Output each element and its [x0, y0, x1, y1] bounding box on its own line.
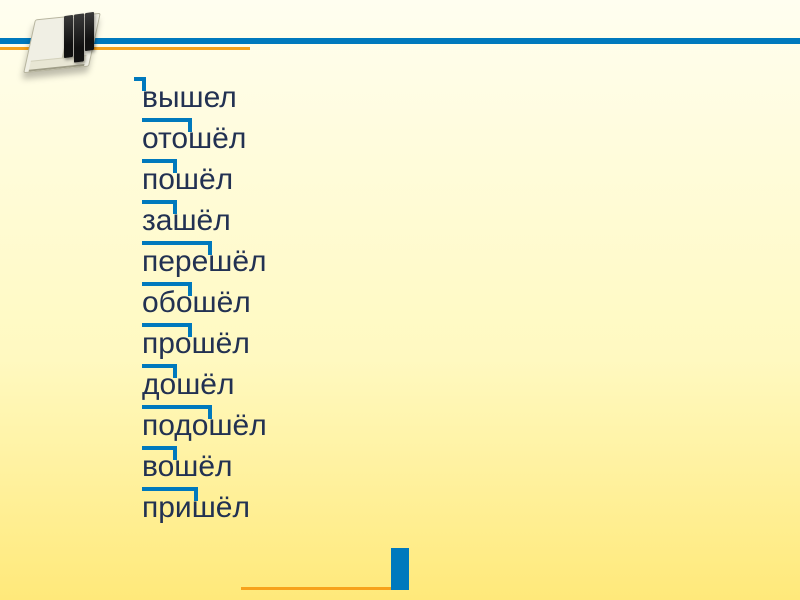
- bottom-bar: [391, 548, 409, 590]
- prefix-mark-icon: [142, 446, 177, 460]
- slide-root: вышел отошёл пошёл зашёл перешёл обошёл …: [0, 0, 800, 600]
- list-item: дошёл: [142, 365, 267, 405]
- prefix-mark-icon: [134, 77, 146, 91]
- prefix-mark-icon: [142, 364, 177, 378]
- list-item: вошёл: [142, 447, 267, 487]
- list-item: перешёл: [142, 242, 267, 282]
- prefix-mark-icon: [142, 241, 212, 255]
- word-text: вышел: [142, 81, 237, 114]
- list-item: обошёл: [142, 283, 267, 323]
- prefix-mark-icon: [142, 323, 192, 337]
- list-item: пришёл: [142, 488, 267, 528]
- prefix-mark-icon: [142, 118, 192, 132]
- stacked-books-icon: [64, 12, 94, 64]
- list-item: прошёл: [142, 324, 267, 364]
- books-icon: [28, 6, 103, 81]
- top-rule: [0, 38, 800, 44]
- list-item: подошёл: [142, 406, 267, 446]
- list-item: вышел: [142, 78, 267, 118]
- list-item: отошёл: [142, 119, 267, 159]
- prefix-mark-icon: [142, 405, 212, 419]
- prefix-mark-icon: [142, 200, 177, 214]
- list-item: пошёл: [142, 160, 267, 200]
- prefix-mark-icon: [142, 487, 198, 501]
- word-list: вышел отошёл пошёл зашёл перешёл обошёл …: [142, 78, 267, 528]
- prefix-mark-icon: [142, 282, 192, 296]
- prefix-mark-icon: [142, 159, 177, 173]
- list-item: зашёл: [142, 201, 267, 241]
